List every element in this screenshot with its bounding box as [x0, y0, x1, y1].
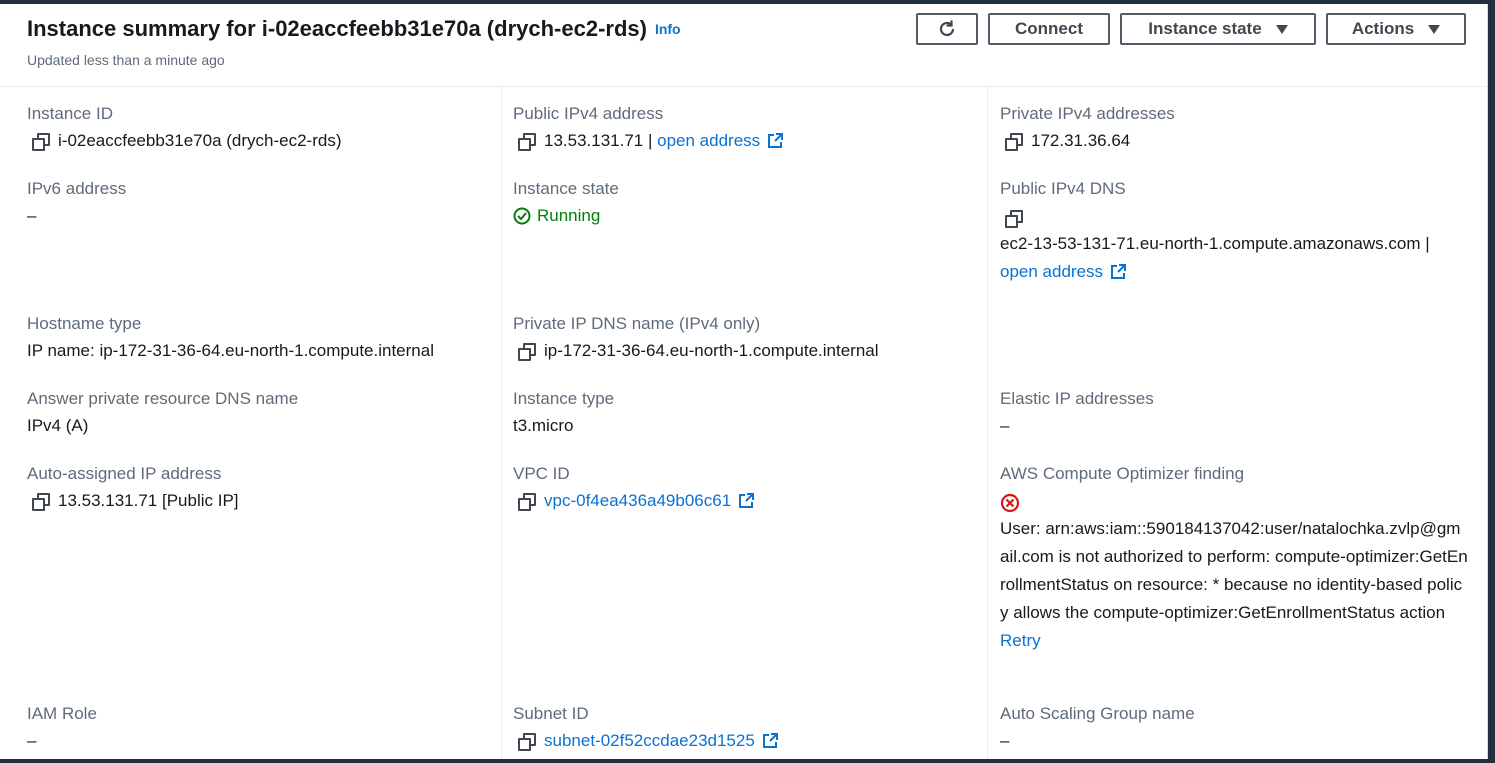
retry-link[interactable]: Retry [1000, 627, 1468, 655]
field-label: AWS Compute Optimizer finding [1000, 464, 1245, 483]
instance-type-value: t3.micro [513, 416, 574, 435]
vpc-id-link[interactable]: vpc-0f4ea436a49b06c61 [544, 491, 731, 511]
answer-dns-value: IPv4 (A) [27, 416, 89, 435]
field-ipv6: IPv6 address – [27, 179, 126, 226]
refresh-button[interactable] [916, 13, 978, 45]
asg-name-value: – [1000, 731, 1010, 750]
copy-icon[interactable] [518, 493, 536, 511]
external-link-icon[interactable] [761, 732, 779, 750]
field-label: Instance state [513, 179, 619, 198]
refresh-icon [939, 20, 955, 37]
updated-status: Updated less than a minute ago [27, 52, 225, 68]
instance-state-button[interactable]: Instance state [1120, 13, 1316, 45]
field-private-ipv4: Private IPv4 addresses 172.31.36.64 [1000, 104, 1175, 151]
field-public-ipv4: Public IPv4 address 13.53.131.71 | open … [513, 104, 784, 151]
check-circle-icon [513, 207, 531, 225]
field-hostname-type: Hostname type IP name: ip-172-31-36-64.e… [27, 314, 434, 361]
copy-icon[interactable] [518, 733, 536, 751]
actions-label: Actions [1351, 19, 1415, 38]
field-label: Instance ID [27, 104, 113, 123]
field-label: IPv6 address [27, 179, 127, 198]
ipv6-value: – [27, 206, 37, 225]
field-instance-type: Instance type t3.micro [513, 389, 614, 436]
private-ipv4-value: 172.31.36.64 [1031, 131, 1131, 150]
copy-icon[interactable] [32, 133, 50, 151]
field-label: Auto Scaling Group name [1000, 704, 1195, 723]
summary-header: Instance summary for i-02eaccfeebb31e70a… [0, 4, 1487, 87]
field-auto-ip: Auto-assigned IP address 13.53.131.71 [P… [27, 464, 239, 511]
connect-button[interactable]: Connect [988, 13, 1110, 45]
external-link-icon[interactable] [737, 492, 755, 510]
hostname-type-value: IP name: ip-172-31-36-64.eu-north-1.comp… [27, 341, 434, 360]
caret-down-icon [1275, 24, 1288, 34]
field-label: Subnet ID [513, 704, 589, 723]
copy-icon[interactable] [518, 133, 536, 151]
page-title-text: Instance summary for i-02eaccfeebb31e70a… [27, 16, 647, 41]
field-answer-dns: Answer private resource DNS name IPv4 (A… [27, 389, 298, 436]
field-instance-state: Instance state Running [513, 179, 619, 226]
info-link[interactable]: Info [655, 21, 681, 37]
private-dns-value: ip-172-31-36-64.eu-north-1.compute.inter… [544, 341, 879, 360]
caret-down-icon [1428, 24, 1441, 34]
field-elastic-ip: Elastic IP addresses – [1000, 389, 1154, 436]
field-label: Public IPv4 DNS [1000, 179, 1126, 198]
external-link-icon[interactable] [1109, 263, 1127, 281]
field-label: Instance type [513, 389, 615, 408]
field-subnet-id: Subnet ID subnet-02f52ccdae23d1525 [513, 704, 779, 751]
copy-icon[interactable] [1005, 210, 1023, 228]
field-label: Elastic IP addresses [1000, 389, 1154, 408]
optimizer-error-text: User: arn:aws:iam::590184137042:user/nat… [1000, 519, 1468, 622]
error-icon [1000, 493, 1020, 513]
field-private-dns: Private IP DNS name (IPv4 only) ip-172-3… [513, 314, 879, 361]
column-divider [987, 87, 988, 759]
field-compute-optimizer: AWS Compute Optimizer finding User: arn:… [1000, 464, 1468, 655]
open-address-link[interactable]: open address [657, 131, 760, 151]
field-label: IAM Role [27, 704, 97, 723]
actions-button[interactable]: Actions [1326, 13, 1466, 45]
subnet-id-link[interactable]: subnet-02f52ccdae23d1525 [544, 731, 755, 751]
field-label: Hostname type [27, 314, 142, 333]
instance-summary-panel: Instance summary for i-02eaccfeebb31e70a… [0, 4, 1488, 759]
external-link-icon[interactable] [766, 132, 784, 150]
field-asg-name: Auto Scaling Group name – [1000, 704, 1195, 751]
auto-ip-value: 13.53.131.71 [Public IP] [58, 491, 239, 510]
elastic-ip-value: – [1000, 416, 1010, 435]
instance-state-label: Instance state [1148, 19, 1262, 38]
iam-role-value: – [27, 731, 37, 750]
field-public-dns: Public IPv4 DNS ec2-13-53-131-71.eu-nort… [1000, 179, 1430, 282]
column-divider [501, 87, 502, 759]
open-address-link[interactable]: open address [1000, 262, 1103, 282]
copy-icon[interactable] [518, 343, 536, 361]
public-ipv4-value: 13.53.131.71 | [544, 131, 653, 150]
field-label: VPC ID [513, 464, 570, 483]
page-title: Instance summary for i-02eaccfeebb31e70a… [27, 16, 681, 42]
public-dns-value: ec2-13-53-131-71.eu-north-1.compute.amaz… [1000, 234, 1430, 253]
copy-icon[interactable] [32, 493, 50, 511]
field-iam-role: IAM Role – [27, 704, 97, 751]
instance-state-value: Running [537, 206, 601, 225]
field-label: Private IP DNS name (IPv4 only) [513, 314, 761, 333]
field-label: Answer private resource DNS name [27, 389, 299, 408]
connect-label: Connect [1015, 19, 1083, 38]
copy-icon[interactable] [1005, 133, 1023, 151]
instance-id-value: i-02eaccfeebb31e70a (drych-ec2-rds) [58, 131, 342, 150]
field-label: Public IPv4 address [513, 104, 664, 123]
field-label: Private IPv4 addresses [1000, 104, 1175, 123]
field-label: Auto-assigned IP address [27, 464, 222, 483]
field-vpc-id: VPC ID vpc-0f4ea436a49b06c61 [513, 464, 755, 511]
field-instance-id: Instance ID i-02eaccfeebb31e70a (drych-e… [27, 104, 342, 151]
